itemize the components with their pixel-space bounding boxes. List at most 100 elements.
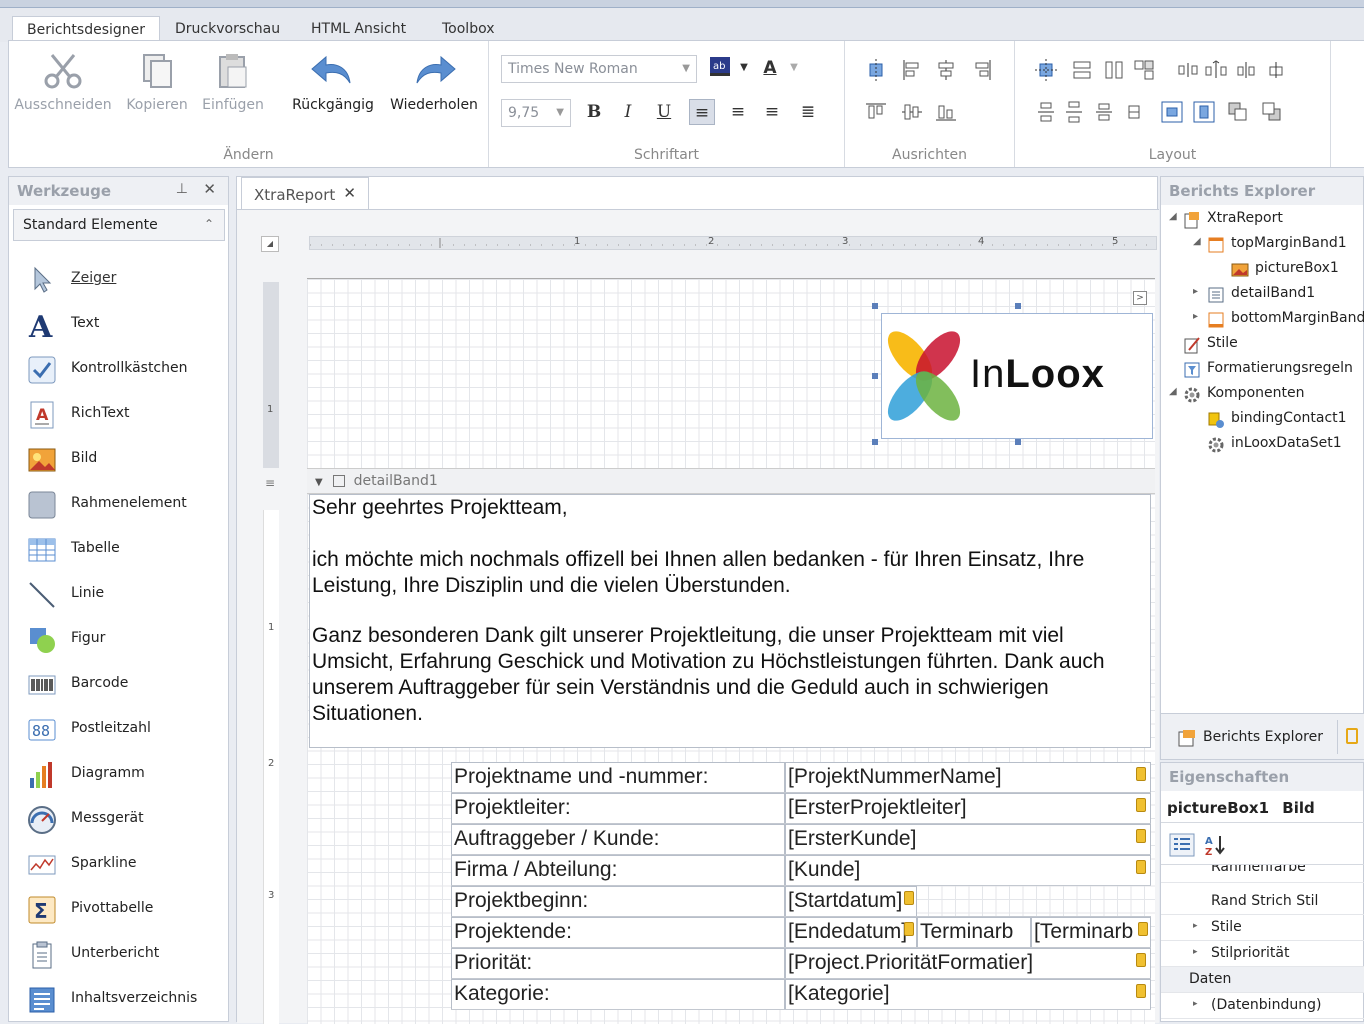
letter-richtext[interactable]: Sehr geehrtes Projektteam, ich möchte mi… xyxy=(309,494,1151,748)
resize-handle[interactable] xyxy=(872,373,878,379)
highlight-color-button[interactable]: ab xyxy=(707,55,733,81)
expand-arrow-icon[interactable]: ▸ xyxy=(1193,921,1198,931)
tool-figur[interactable]: Figur xyxy=(23,621,223,661)
make-same-width-icon[interactable] xyxy=(1071,59,1093,81)
resize-handle[interactable] xyxy=(872,303,878,309)
top-margin-band[interactable]: > InLoox xyxy=(307,278,1155,468)
tool-messgeraet[interactable]: Messgerät xyxy=(23,801,223,841)
redo-button[interactable]: Wiederholen xyxy=(385,47,483,119)
table-cell-label[interactable]: Projektleiter: xyxy=(451,793,785,823)
bold-button[interactable]: B xyxy=(581,99,607,125)
tool-richtext[interactable]: A RichText xyxy=(23,396,223,436)
horizontal-spacing-increase-icon[interactable] xyxy=(1205,59,1227,81)
make-same-height-icon[interactable] xyxy=(1103,59,1125,81)
horizontal-spacing-decrease-icon[interactable] xyxy=(1235,59,1257,81)
tool-bild[interactable]: Bild xyxy=(23,441,223,481)
table-cell-label[interactable]: Projektname und -nummer: xyxy=(451,762,785,792)
tool-inhaltsverzeichnis[interactable]: Inhaltsverzeichnis xyxy=(23,981,223,1021)
table-row[interactable]: Priorität: [Project.PrioritätFormatier] xyxy=(451,948,1151,979)
align-left-button[interactable]: ≡ xyxy=(689,99,715,125)
cut-button[interactable]: Ausschneiden xyxy=(13,47,113,119)
tool-diagramm[interactable]: Diagramm xyxy=(23,756,223,796)
tool-pivottabelle[interactable]: Σ Pivottabelle xyxy=(23,891,223,931)
table-cell-value[interactable]: [Terminarb xyxy=(1031,917,1151,947)
close-icon[interactable]: ✕ xyxy=(203,180,216,198)
tab-berichts-explorer[interactable]: Berichts Explorer xyxy=(1173,722,1323,752)
band-collapse-icon[interactable]: ≡ xyxy=(265,476,275,490)
collapsed-arrow-icon[interactable]: ▸ xyxy=(1193,286,1198,297)
horizontal-spacing-remove-icon[interactable] xyxy=(1265,59,1287,81)
tool-postleitzahl[interactable]: 88 Postleitzahl xyxy=(23,711,223,751)
resize-handle[interactable] xyxy=(1015,303,1021,309)
tab-html-ansicht[interactable]: HTML Ansicht xyxy=(297,16,420,42)
undo-button[interactable]: Rückgängig xyxy=(287,47,379,119)
resize-handle[interactable] xyxy=(872,439,878,445)
table-cell-label[interactable]: Firma / Abteilung: xyxy=(451,855,785,885)
align-lefts-icon[interactable] xyxy=(901,59,923,81)
table-cell-label[interactable]: Projektende: xyxy=(451,917,785,947)
table-cell-value[interactable]: Terminarb xyxy=(917,917,1031,947)
tool-rahmenelement[interactable]: Rahmenelement xyxy=(23,486,223,526)
table-cell-value[interactable]: [ErsterKunde] xyxy=(785,824,1151,854)
pin-icon[interactable]: ⊥ xyxy=(176,181,188,197)
align-right-button[interactable]: ≡ xyxy=(759,99,785,125)
table-cell-value[interactable]: [Kunde] xyxy=(785,855,1151,885)
table-row[interactable]: Auftraggeber / Kunde: [ErsterKunde] xyxy=(451,824,1151,855)
vertical-spacing-equal-icon[interactable] xyxy=(1035,101,1057,123)
table-cell-label[interactable]: Kategorie: xyxy=(451,979,785,1009)
property-category[interactable]: Daten xyxy=(1161,967,1364,993)
property-row[interactable]: ▸ Stile xyxy=(1161,915,1364,941)
font-family-select[interactable]: Times New Roman ▼ xyxy=(501,55,697,83)
smart-tag-icon[interactable]: > xyxy=(1133,291,1147,305)
property-row[interactable]: ▸ Stilpriorität xyxy=(1161,941,1364,967)
size-to-grid-icon[interactable] xyxy=(1035,59,1057,81)
justify-button[interactable]: ≣ xyxy=(795,99,821,125)
close-icon[interactable]: ✕ xyxy=(343,184,356,202)
property-row[interactable]: Rand Strich Stil xyxy=(1161,889,1364,915)
center-horizontally-icon[interactable] xyxy=(1161,101,1183,123)
tool-kontrollkaestchen[interactable]: Kontrollkästchen xyxy=(23,351,223,391)
font-color-button[interactable]: A xyxy=(757,55,783,81)
send-to-back-icon[interactable] xyxy=(1261,101,1283,123)
underline-button[interactable]: U xyxy=(651,99,677,125)
table-row[interactable]: Projektende: [Endedatum] Terminarb [Term… xyxy=(451,917,1151,948)
ruler-corner-button[interactable]: ◢ xyxy=(261,236,279,252)
align-to-grid-icon[interactable] xyxy=(865,59,887,81)
property-row[interactable]: ▸ (Datenbindung) xyxy=(1161,993,1364,1019)
vertical-spacing-remove-icon[interactable] xyxy=(1123,101,1145,123)
tool-text[interactable]: A Text xyxy=(23,306,223,346)
tab-berichtsdesigner[interactable]: Berichtsdesigner xyxy=(12,16,161,42)
table-cell-value[interactable]: [Project.PrioritätFormatier] xyxy=(785,948,1151,978)
collapsed-arrow-icon[interactable]: ▸ xyxy=(1193,311,1198,322)
expand-arrow-icon[interactable]: ◢ xyxy=(1193,236,1201,247)
detail-band[interactable]: Sehr geehrtes Projektteam, ich möchte mi… xyxy=(307,494,1155,1024)
align-middles-icon[interactable] xyxy=(901,101,923,123)
font-color-dropdown-icon[interactable]: ▼ xyxy=(781,55,807,81)
align-centers-icon[interactable] xyxy=(935,59,957,81)
tab-toolbox[interactable]: Toolbox xyxy=(428,16,509,42)
expand-arrow-icon[interactable]: ◢ xyxy=(1169,211,1177,222)
table-row[interactable]: Kategorie: [Kategorie] xyxy=(451,979,1151,1010)
tool-tabelle[interactable]: Tabelle xyxy=(23,531,223,571)
table-row[interactable]: Firma / Abteilung: [Kunde] xyxy=(451,855,1151,886)
toolbox-category-header[interactable]: Standard Elemente ⌃ xyxy=(13,209,225,241)
bring-to-front-icon[interactable] xyxy=(1227,101,1249,123)
align-center-button[interactable]: ≡ xyxy=(725,99,751,125)
detail-band-header[interactable]: ▼ detailBand1 xyxy=(307,468,1155,494)
vertical-spacing-increase-icon[interactable] xyxy=(1063,101,1085,123)
italic-button[interactable]: I xyxy=(615,99,641,125)
make-same-size-icon[interactable] xyxy=(1133,59,1155,81)
tool-barcode[interactable]: Barcode xyxy=(23,666,223,706)
table-row[interactable]: Projektleiter: [ErsterProjektleiter] xyxy=(451,793,1151,824)
table-cell-value[interactable]: [Endedatum] xyxy=(785,917,917,947)
expand-arrow-icon[interactable]: ▸ xyxy=(1193,947,1198,957)
tab-druckvorschau[interactable]: Druckvorschau xyxy=(161,16,294,42)
horizontal-spacing-equal-icon[interactable] xyxy=(1177,59,1199,81)
copy-button[interactable]: Kopieren xyxy=(117,47,197,119)
categorized-view-icon[interactable] xyxy=(1169,833,1195,857)
table-cell-value[interactable]: [Kategorie] xyxy=(785,979,1151,1009)
picture-box[interactable]: InLoox xyxy=(881,313,1153,439)
tool-zeiger[interactable]: Zeiger xyxy=(23,261,223,301)
font-size-select[interactable]: 9,75 ▼ xyxy=(501,99,571,127)
highlight-dropdown-icon[interactable]: ▼ xyxy=(731,55,757,81)
